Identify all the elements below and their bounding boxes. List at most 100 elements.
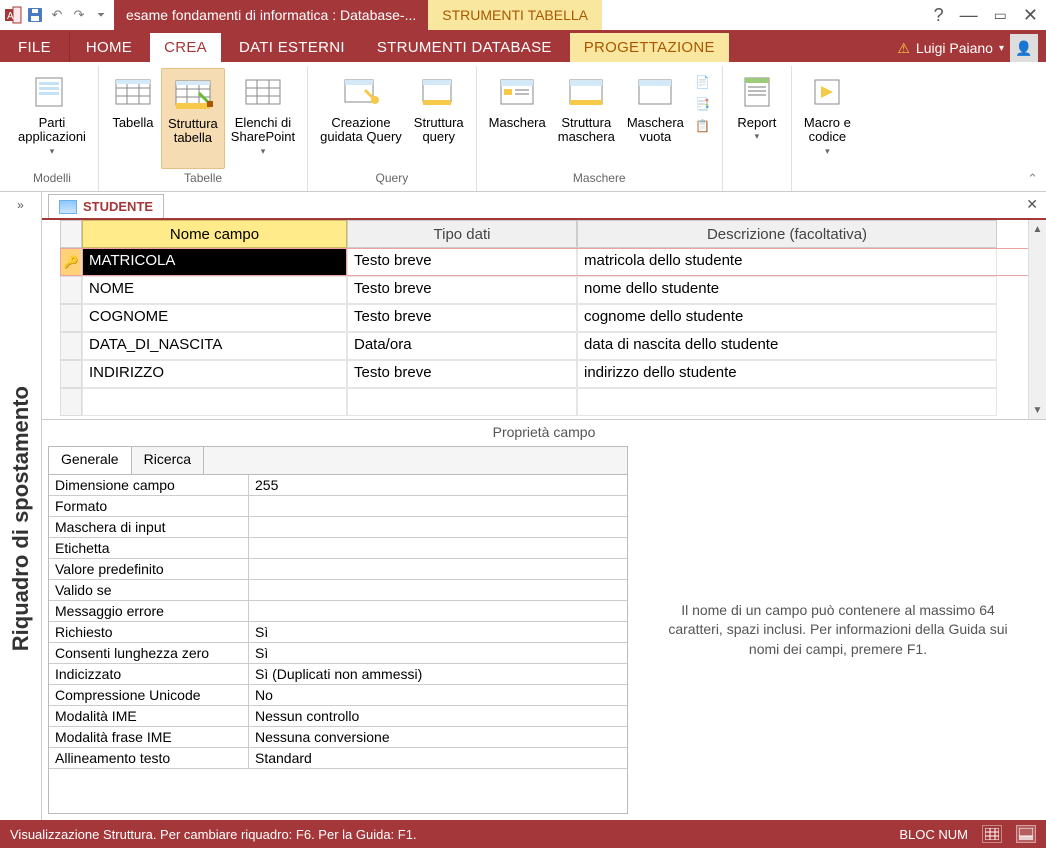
tab-crea[interactable]: CREA	[150, 33, 221, 62]
parti-applicazioni-button[interactable]: Parti applicazioni ▾	[12, 68, 92, 169]
form-sub3[interactable]: 📋	[690, 116, 716, 136]
property-row[interactable]: Etichetta	[49, 538, 627, 559]
property-value[interactable]	[249, 580, 627, 600]
field-row[interactable]: NOMETesto brevenome dello studente	[60, 276, 1046, 304]
account-area[interactable]: ⚠ Luigi Paiano ▾ 👤	[889, 34, 1046, 62]
grid-scrollbar[interactable]: ▲ ▼	[1028, 220, 1046, 419]
property-value[interactable]	[249, 517, 627, 537]
scroll-down-icon[interactable]: ▼	[1029, 401, 1046, 419]
property-value[interactable]	[249, 496, 627, 516]
property-row[interactable]: Compressione UnicodeNo	[49, 685, 627, 706]
property-value[interactable]: 255	[249, 475, 627, 495]
row-selector[interactable]: 🔑	[60, 248, 82, 276]
field-row[interactable]: 🔑MATRICOLATesto brevematricola dello stu…	[60, 248, 1046, 276]
macro-button[interactable]: Macro e codice ▾	[798, 68, 857, 169]
elenchi-sharepoint-button[interactable]: Elenchi di SharePoint ▾	[225, 68, 301, 169]
col-nome-campo[interactable]: Nome campo	[82, 220, 347, 248]
struttura-query-button[interactable]: Struttura query	[408, 68, 470, 169]
form-sub2[interactable]: 📑	[690, 94, 716, 114]
field-row-empty[interactable]	[60, 388, 1046, 416]
report-button[interactable]: Report ▾	[729, 68, 785, 169]
property-value[interactable]	[249, 538, 627, 558]
cell-tipo-dati[interactable]: Testo breve	[347, 248, 577, 276]
property-row[interactable]: RichiestoSì	[49, 622, 627, 643]
row-selector[interactable]	[60, 360, 82, 388]
property-row[interactable]: Valore predefinito	[49, 559, 627, 580]
cell-nome-campo[interactable]: NOME	[82, 276, 347, 304]
tabella-button[interactable]: Tabella	[105, 68, 161, 169]
property-value[interactable]: Nessun controllo	[249, 706, 627, 726]
tab-file[interactable]: FILE	[0, 33, 70, 62]
navigation-pane[interactable]: » Riquadro di spostamento	[0, 192, 42, 820]
cell-tipo-dati[interactable]: Data/ora	[347, 332, 577, 360]
view-datasheet-icon[interactable]	[982, 825, 1002, 843]
field-row[interactable]: INDIRIZZOTesto breveindirizzo dello stud…	[60, 360, 1046, 388]
row-selector[interactable]	[60, 304, 82, 332]
view-design-icon[interactable]	[1016, 825, 1036, 843]
doctab-close-icon[interactable]: ✕	[1026, 196, 1038, 213]
minimize-icon[interactable]: —	[960, 5, 978, 26]
property-value[interactable]: Sì	[249, 643, 627, 663]
property-row[interactable]: Dimensione campo255	[49, 475, 627, 496]
property-row[interactable]: Allineamento testoStandard	[49, 748, 627, 769]
help-icon[interactable]: ?	[934, 5, 944, 26]
ribbon-collapse-icon[interactable]: ⌃	[1027, 171, 1038, 187]
cell-tipo-dati[interactable]: Testo breve	[347, 360, 577, 388]
cell-descrizione[interactable]: indirizzo dello studente	[577, 360, 997, 388]
cell-nome-campo[interactable]: DATA_DI_NASCITA	[82, 332, 347, 360]
maschera-button[interactable]: Maschera	[483, 68, 552, 169]
property-row[interactable]: Messaggio errore	[49, 601, 627, 622]
account-dropdown-icon[interactable]: ▾	[999, 43, 1004, 54]
field-row[interactable]: DATA_DI_NASCITAData/oradata di nascita d…	[60, 332, 1046, 360]
cell-tipo-dati[interactable]: Testo breve	[347, 304, 577, 332]
maschera-vuota-button[interactable]: Maschera vuota	[621, 68, 690, 169]
tab-progettazione[interactable]: PROGETTAZIONE	[570, 33, 729, 62]
col-tipo-dati[interactable]: Tipo dati	[347, 220, 577, 248]
property-row[interactable]: Valido se	[49, 580, 627, 601]
property-row[interactable]: IndicizzatoSì (Duplicati non ammessi)	[49, 664, 627, 685]
cell-descrizione[interactable]: nome dello studente	[577, 276, 997, 304]
row-selector[interactable]	[60, 276, 82, 304]
doctab-studente[interactable]: STUDENTE	[48, 194, 164, 218]
close-icon[interactable]: ✕	[1023, 5, 1038, 26]
property-value[interactable]: Nessuna conversione	[249, 727, 627, 747]
row-selector[interactable]	[60, 332, 82, 360]
property-value[interactable]: Sì (Duplicati non ammessi)	[249, 664, 627, 684]
property-value[interactable]	[249, 559, 627, 579]
navpane-expand-icon[interactable]: »	[17, 198, 24, 212]
prop-tab-generale[interactable]: Generale	[49, 447, 132, 474]
property-value[interactable]: Standard	[249, 748, 627, 768]
property-row[interactable]: Formato	[49, 496, 627, 517]
cell-descrizione[interactable]: data di nascita dello studente	[577, 332, 997, 360]
cell-nome-campo[interactable]: COGNOME	[82, 304, 347, 332]
cell-nome-campo[interactable]: MATRICOLA	[82, 248, 347, 276]
creazione-guidata-query-button[interactable]: Creazione guidata Query	[314, 68, 408, 169]
redo-icon[interactable]: ↷	[70, 6, 88, 24]
property-row[interactable]: Maschera di input	[49, 517, 627, 538]
cell-nome-campo[interactable]: INDIRIZZO	[82, 360, 347, 388]
prop-tab-ricerca[interactable]: Ricerca	[132, 447, 204, 474]
property-row[interactable]: Modalità IMENessun controllo	[49, 706, 627, 727]
tab-home[interactable]: HOME	[72, 33, 146, 62]
property-row[interactable]: Consenti lunghezza zeroSì	[49, 643, 627, 664]
struttura-tabella-button[interactable]: Struttura tabella	[161, 68, 225, 169]
struttura-maschera-button[interactable]: Struttura maschera	[552, 68, 621, 169]
property-value[interactable]: No	[249, 685, 627, 705]
qat-more-icon[interactable]: ⏷	[92, 6, 110, 24]
cell-descrizione[interactable]: matricola dello studente	[577, 248, 997, 276]
grid-corner[interactable]	[60, 220, 82, 248]
tab-dati-esterni[interactable]: DATI ESTERNI	[225, 33, 359, 62]
cell-tipo-dati[interactable]: Testo breve	[347, 276, 577, 304]
save-icon[interactable]	[26, 6, 44, 24]
property-value[interactable]: Sì	[249, 622, 627, 642]
form-sub1[interactable]: 📄	[690, 72, 716, 92]
property-row[interactable]: Modalità frase IMENessuna conversione	[49, 727, 627, 748]
restore-icon[interactable]: ▭	[994, 7, 1007, 24]
scroll-up-icon[interactable]: ▲	[1029, 220, 1046, 238]
col-descrizione[interactable]: Descrizione (facoltativa)	[577, 220, 997, 248]
property-value[interactable]	[249, 601, 627, 621]
undo-icon[interactable]: ↶	[48, 6, 66, 24]
field-row[interactable]: COGNOMETesto brevecognome dello studente	[60, 304, 1046, 332]
cell-descrizione[interactable]: cognome dello studente	[577, 304, 997, 332]
tab-strumenti-database[interactable]: STRUMENTI DATABASE	[363, 33, 566, 62]
